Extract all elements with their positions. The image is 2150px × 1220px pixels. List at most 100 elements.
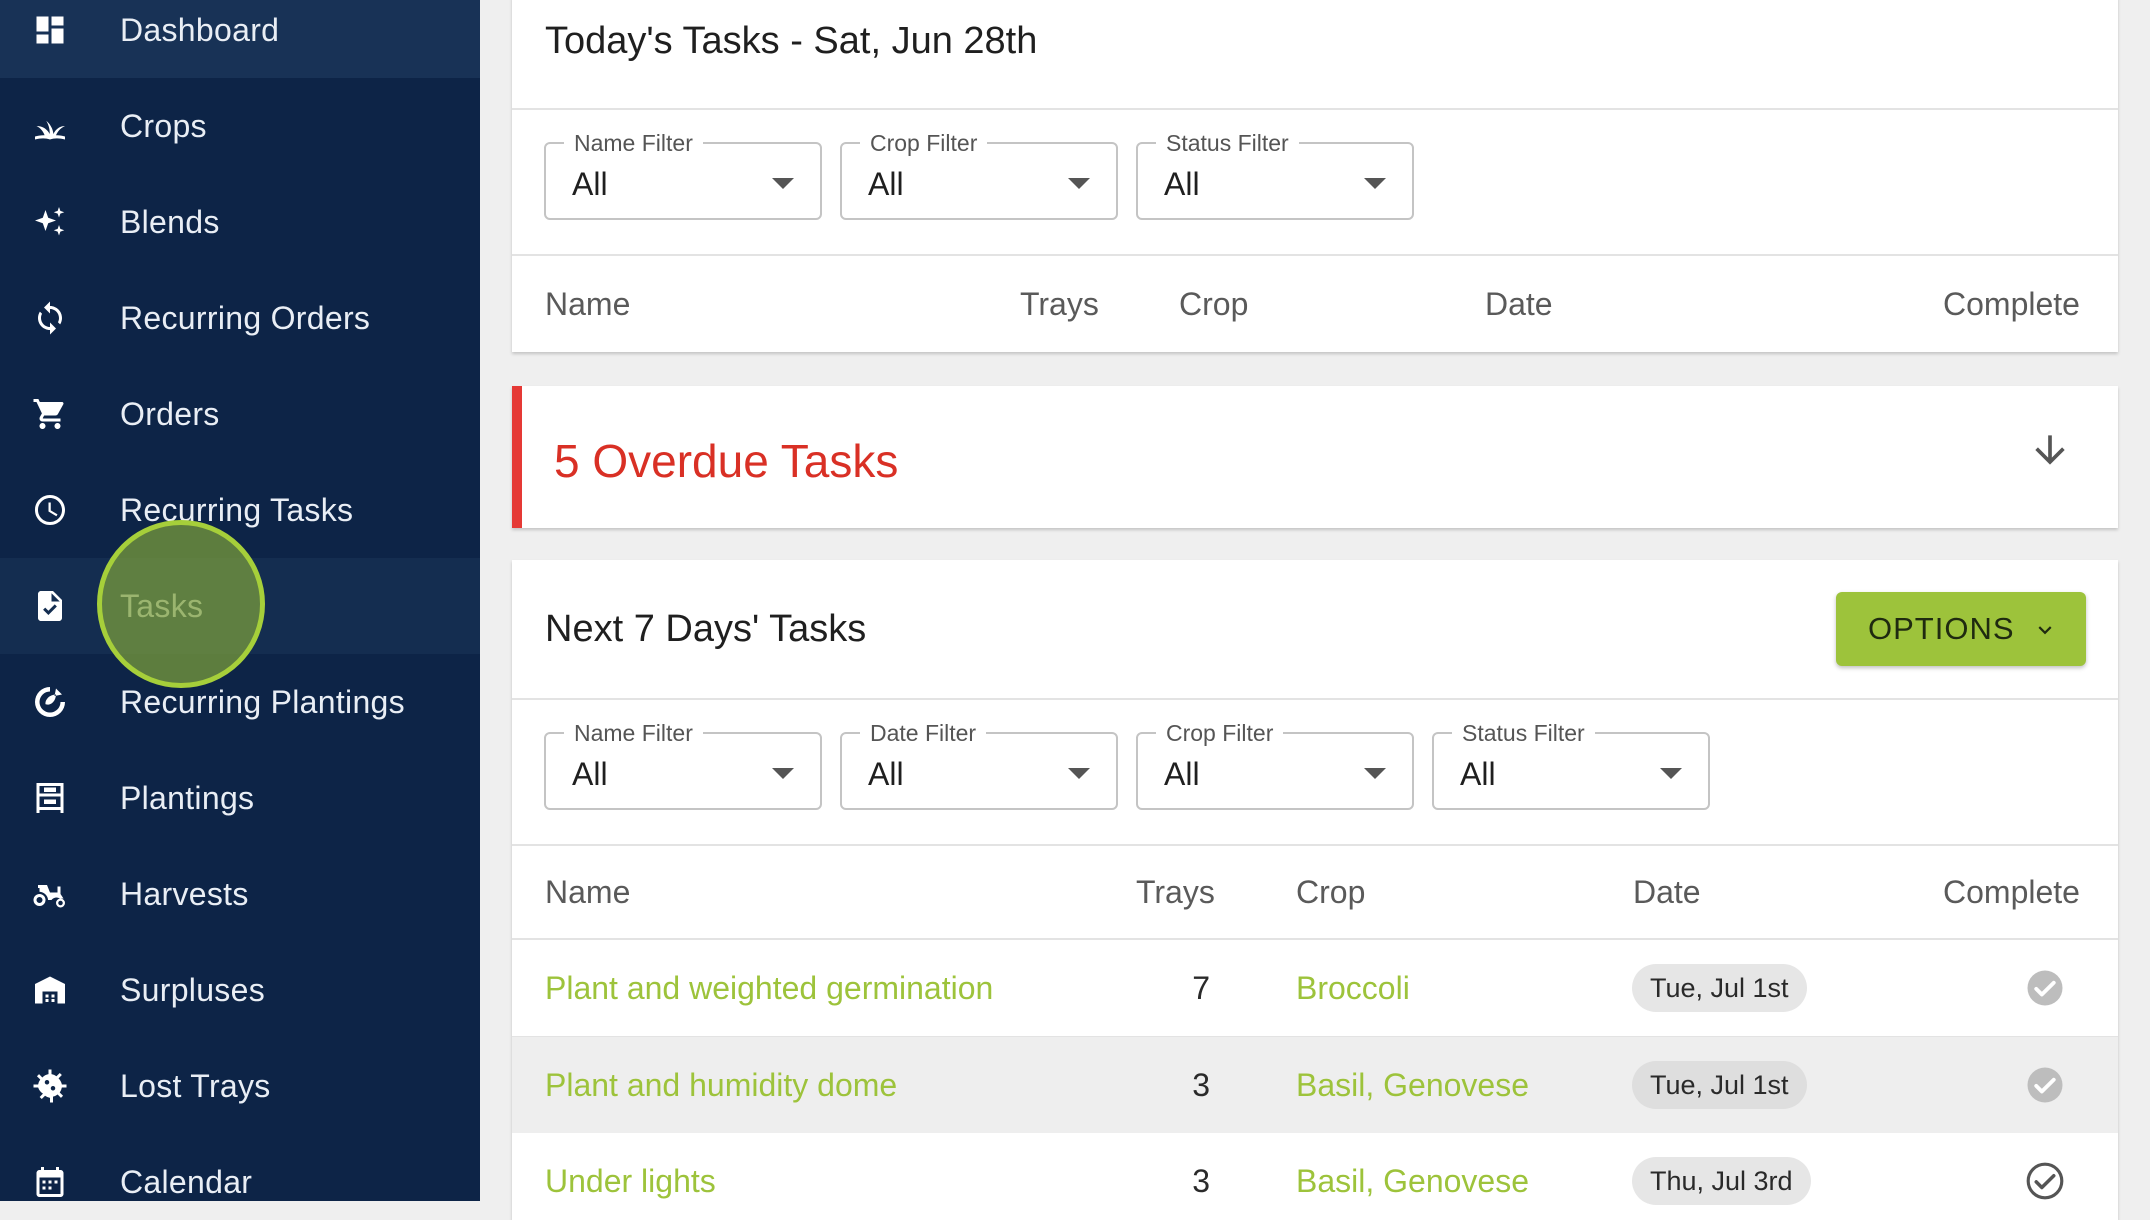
caret-down-icon — [772, 178, 794, 189]
filter-value: All — [572, 756, 608, 792]
sidebar-item-crops[interactable]: Crops — [0, 78, 480, 174]
filter-value: All — [572, 166, 608, 202]
column-header-complete[interactable]: Complete — [1943, 286, 2080, 323]
sprout-icon — [30, 106, 70, 146]
sidebar-item-blends[interactable]: Blends — [0, 174, 480, 270]
task-name-link[interactable]: Plant and humidity dome — [545, 1067, 897, 1104]
complete-check-icon[interactable] — [2024, 967, 2066, 1009]
divider — [512, 108, 2118, 110]
calendar-icon — [30, 1162, 70, 1201]
filter-label: Date Filter — [860, 720, 987, 746]
options-button[interactable]: OPTIONS — [1836, 592, 2086, 666]
overdue-tasks-title: 5 Overdue Tasks — [554, 435, 899, 487]
todays-tasks-card: Today's Tasks - Sat, Jun 28th Name Filte… — [512, 0, 2118, 352]
column-header-name[interactable]: Name — [545, 286, 630, 323]
sidebar-item-label: Recurring Tasks — [120, 491, 354, 528]
date-chip: Thu, Jul 3rd — [1632, 1157, 1811, 1205]
caret-down-icon — [1068, 768, 1090, 779]
divider — [512, 698, 2118, 700]
table-row: Plant and humidity dome 3 Basil, Genoves… — [512, 1037, 2118, 1133]
sidebar-item-recurring-orders[interactable]: Recurring Orders — [0, 270, 480, 366]
sidebar-item-harvests[interactable]: Harvests — [0, 846, 480, 942]
cart-icon — [30, 394, 70, 434]
column-header-name[interactable]: Name — [545, 874, 630, 911]
sidebar-item-recurring-plantings[interactable]: Recurring Plantings — [0, 654, 480, 750]
caret-down-icon — [1364, 768, 1386, 779]
column-header-crop[interactable]: Crop — [1179, 286, 1248, 323]
chevron-down-icon — [2038, 626, 2052, 635]
trays-value: 7 — [1192, 970, 1210, 1006]
name-filter-select[interactable]: Name Filter All — [544, 130, 822, 220]
sidebar-item-label: Plantings — [120, 779, 255, 816]
task-name-link[interactable]: Plant and weighted germination — [545, 970, 993, 1007]
filter-label: Crop Filter — [1156, 720, 1284, 746]
crop-filter-select[interactable]: Crop Filter All — [840, 130, 1118, 220]
filter-value: All — [868, 166, 904, 202]
sidebar-item-label: Lost Trays — [120, 1067, 271, 1104]
status-filter-select[interactable]: Status Filter All — [1432, 720, 1710, 810]
filter-value: All — [1164, 166, 1200, 202]
filter-value: All — [868, 756, 904, 792]
caret-down-icon — [1068, 178, 1090, 189]
arrow-down-icon[interactable] — [2028, 428, 2072, 472]
crop-link[interactable]: Basil, Genovese — [1296, 1067, 1529, 1104]
sidebar-item-label: Recurring Plantings — [120, 683, 405, 720]
sidebar-item-plantings[interactable]: Plantings — [0, 750, 480, 846]
overdue-accent-bar — [512, 386, 522, 528]
options-label: OPTIONS — [1868, 611, 2015, 646]
divider — [512, 254, 2118, 256]
sidebar-item-dashboard[interactable]: Dashboard — [0, 0, 480, 78]
caret-down-icon — [1364, 178, 1386, 189]
sidebar-item-tasks[interactable]: Tasks — [0, 558, 480, 654]
column-header-crop[interactable]: Crop — [1296, 874, 1365, 911]
filter-label: Status Filter — [1452, 720, 1595, 746]
next-7-days-title: Next 7 Days' Tasks — [545, 608, 867, 650]
column-header-date[interactable]: Date — [1485, 286, 1553, 323]
plantings-icon — [30, 778, 70, 818]
caret-down-icon — [772, 768, 794, 779]
filter-label: Crop Filter — [860, 130, 988, 156]
sparkle-icon — [30, 202, 70, 242]
column-header-trays[interactable]: Trays — [1136, 874, 1215, 911]
sidebar-item-orders[interactable]: Orders — [0, 366, 480, 462]
sidebar-item-label: Orders — [120, 395, 220, 432]
date-filter-select[interactable]: Date Filter All — [840, 720, 1118, 810]
sidebar-item-label: Blends — [120, 203, 220, 240]
filter-label: Status Filter — [1156, 130, 1299, 156]
date-chip: Tue, Jul 1st — [1632, 1061, 1807, 1109]
warehouse-icon — [30, 970, 70, 1010]
column-header-complete[interactable]: Complete — [1943, 874, 2080, 911]
sidebar-item-label: Harvests — [120, 875, 249, 912]
overdue-tasks-card[interactable]: 5 Overdue Tasks — [512, 386, 2118, 528]
filter-label: Name Filter — [564, 130, 703, 156]
complete-check-icon[interactable] — [2024, 1064, 2066, 1106]
divider — [512, 844, 2118, 846]
table-row: Plant and weighted germination 7 Broccol… — [512, 940, 2118, 1036]
sidebar: Dashboard Crops Blends Recurring Orders … — [0, 0, 480, 1201]
column-header-date[interactable]: Date — [1633, 874, 1701, 911]
status-filter-select[interactable]: Status Filter All — [1136, 130, 1414, 220]
date-chip: Tue, Jul 1st — [1632, 964, 1807, 1012]
sidebar-item-recurring-tasks[interactable]: Recurring Tasks — [0, 462, 480, 558]
crop-link[interactable]: Broccoli — [1296, 970, 1410, 1007]
todays-tasks-title: Today's Tasks - Sat, Jun 28th — [545, 20, 1038, 62]
sidebar-item-label: Recurring Orders — [120, 299, 371, 336]
column-header-trays[interactable]: Trays — [1020, 286, 1099, 323]
name-filter-select[interactable]: Name Filter All — [544, 720, 822, 810]
sidebar-item-label: Calendar — [120, 1163, 253, 1200]
task-name-link[interactable]: Under lights — [545, 1163, 716, 1200]
sidebar-item-surpluses[interactable]: Surpluses — [0, 942, 480, 1038]
next-7-days-card: Next 7 Days' Tasks OPTIONS Name Filter A… — [512, 560, 2118, 1220]
trays-value: 3 — [1192, 1163, 1210, 1199]
crop-link[interactable]: Basil, Genovese — [1296, 1163, 1529, 1200]
seed-cycle-icon — [30, 682, 70, 722]
complete-check-outline-icon[interactable] — [2024, 1160, 2066, 1202]
sidebar-item-lost-trays[interactable]: Lost Trays — [0, 1038, 480, 1134]
tractor-icon — [30, 874, 70, 914]
sync-icon — [30, 298, 70, 338]
sidebar-item-calendar[interactable]: Calendar — [0, 1134, 480, 1201]
sidebar-item-label: Surpluses — [120, 971, 265, 1008]
caret-down-icon — [1660, 768, 1682, 779]
crop-filter-select[interactable]: Crop Filter All — [1136, 720, 1414, 810]
sidebar-item-label: Dashboard — [120, 11, 280, 48]
